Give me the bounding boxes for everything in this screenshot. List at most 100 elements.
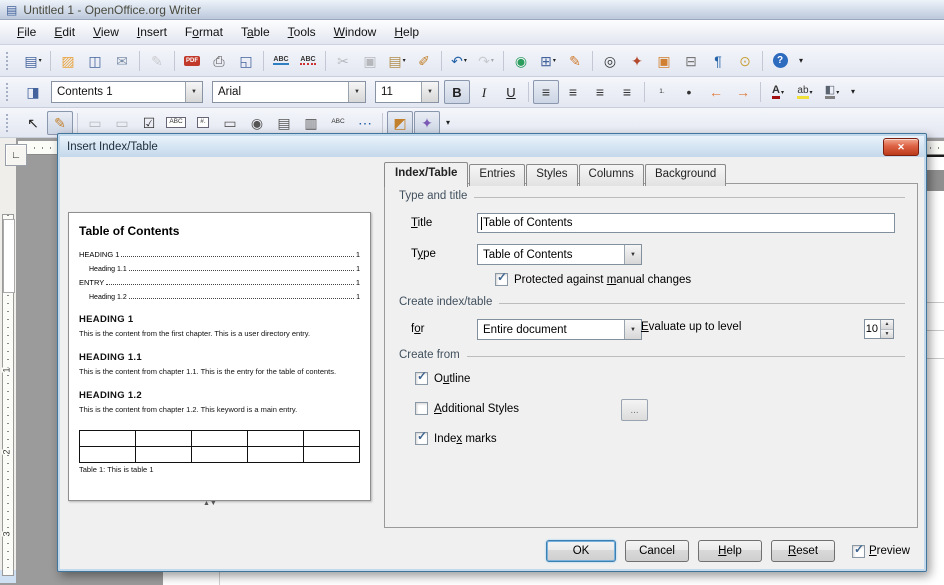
spinner-up-icon[interactable]: ▲ bbox=[881, 320, 893, 330]
tab-index-table[interactable]: Index/Table bbox=[384, 162, 468, 187]
preview-resize-handle[interactable]: ▲▼ bbox=[203, 500, 217, 507]
title-input[interactable]: Table of Contents bbox=[477, 213, 895, 233]
hyperlink-icon[interactable]: ◉ bbox=[508, 49, 534, 73]
combo-dropdown-button[interactable] bbox=[624, 245, 641, 264]
menu-format[interactable]: Format bbox=[176, 22, 232, 42]
align-right-icon[interactable]: ≡ bbox=[587, 80, 613, 104]
styles-formatting-icon[interactable]: ◨ bbox=[20, 80, 46, 104]
additional-styles-checkbox[interactable] bbox=[415, 402, 428, 415]
zoom-icon[interactable]: ⊙ bbox=[732, 49, 758, 73]
reset-button[interactable]: Reset bbox=[771, 540, 835, 562]
print-icon[interactable]: ⎙ bbox=[206, 49, 232, 73]
option-button-icon[interactable]: ◉ bbox=[244, 111, 270, 135]
evaluate-level-spinner[interactable]: 10 ▲ ▼ bbox=[864, 319, 894, 339]
dropdown-caret-icon[interactable]: ▾ bbox=[810, 89, 813, 96]
page-preview-icon[interactable]: ◱ bbox=[233, 49, 259, 73]
cancel-button[interactable]: Cancel bbox=[625, 540, 689, 562]
help-icon[interactable]: ? bbox=[767, 49, 793, 73]
data-sources-icon[interactable]: ⊟ bbox=[678, 49, 704, 73]
formatted-field-icon[interactable]: #. bbox=[190, 111, 216, 135]
menu-help[interactable]: Help bbox=[385, 22, 428, 42]
list-box-icon[interactable]: ▤ bbox=[271, 111, 297, 135]
toolbar-options-icon[interactable]: ▾ bbox=[794, 49, 808, 73]
tab-entries[interactable]: Entries bbox=[469, 164, 525, 186]
numbering-icon[interactable]: 1. bbox=[649, 80, 675, 104]
menu-file[interactable]: File bbox=[8, 22, 45, 42]
bold-icon[interactable]: B bbox=[444, 80, 470, 104]
toolbar-grip[interactable] bbox=[6, 83, 13, 101]
design-mode-icon[interactable]: ✎ bbox=[47, 111, 73, 135]
protected-checkbox[interactable] bbox=[495, 273, 508, 286]
index-marks-checkbox[interactable] bbox=[415, 432, 428, 445]
preview-checkbox[interactable] bbox=[852, 545, 865, 558]
check-box-icon[interactable]: ☑ bbox=[136, 111, 162, 135]
dropdown-caret-icon[interactable]: ▾ bbox=[39, 57, 42, 64]
dialog-close-icon[interactable]: ✕ bbox=[883, 138, 919, 156]
toolbar-options-icon[interactable]: ▾ bbox=[441, 111, 455, 135]
tab-background[interactable]: Background bbox=[645, 164, 726, 186]
justified-icon[interactable]: ≡ bbox=[614, 80, 640, 104]
label-field-icon[interactable]: ABC bbox=[325, 111, 351, 135]
combo-dropdown-button[interactable] bbox=[348, 82, 365, 102]
paste-icon[interactable]: ▤▾ bbox=[384, 49, 410, 73]
dropdown-caret-icon[interactable]: ▾ bbox=[491, 57, 494, 64]
ok-button[interactable]: OK bbox=[546, 540, 616, 562]
auto-spellcheck-icon[interactable]: ABC bbox=[295, 49, 321, 73]
align-left-icon[interactable]: ≡ bbox=[533, 80, 559, 104]
menu-view[interactable]: View bbox=[84, 22, 128, 42]
menu-table[interactable]: Table bbox=[232, 22, 279, 42]
highlighting-icon[interactable]: ab▾ bbox=[792, 80, 818, 104]
push-button-icon[interactable]: ▭ bbox=[217, 111, 243, 135]
menu-window[interactable]: Window bbox=[325, 22, 386, 42]
dropdown-caret-icon[interactable]: ▾ bbox=[553, 57, 556, 64]
tab-styles[interactable]: Styles bbox=[526, 164, 577, 186]
paragraph-style-combo[interactable]: Contents 1 bbox=[51, 81, 203, 103]
increase-indent-icon[interactable]: → bbox=[730, 80, 756, 104]
toolbar-grip[interactable] bbox=[6, 52, 13, 70]
vertical-ruler[interactable]: 123 bbox=[2, 214, 14, 576]
navigator-icon[interactable]: ✦ bbox=[624, 49, 650, 73]
help-button[interactable]: Help bbox=[698, 540, 762, 562]
combo-dropdown-button[interactable] bbox=[185, 82, 202, 102]
for-select[interactable]: Entire document bbox=[477, 319, 642, 340]
combo-dropdown-button[interactable] bbox=[624, 320, 641, 339]
decrease-indent-icon[interactable]: ← bbox=[703, 80, 729, 104]
find-replace-icon[interactable]: ◎ bbox=[597, 49, 623, 73]
format-paintbrush-icon[interactable]: ✐ bbox=[411, 49, 437, 73]
menu-edit[interactable]: Edit bbox=[45, 22, 84, 42]
font-color-icon[interactable]: A▾ bbox=[765, 80, 791, 104]
font-size-combo[interactable]: 11 bbox=[375, 81, 439, 103]
menu-insert[interactable]: Insert bbox=[128, 22, 176, 42]
new-document-icon[interactable]: ▤▾ bbox=[20, 49, 46, 73]
more-controls-icon[interactable]: ⋯ bbox=[352, 111, 378, 135]
undo-icon[interactable]: ↶▾ bbox=[446, 49, 472, 73]
tab-columns[interactable]: Columns bbox=[579, 164, 644, 186]
form-design-icon[interactable]: ◩ bbox=[387, 111, 413, 135]
additional-styles-browse-button[interactable]: ... bbox=[621, 399, 648, 421]
gallery-icon[interactable]: ▣ bbox=[651, 49, 677, 73]
align-center-icon[interactable]: ≡ bbox=[560, 80, 586, 104]
menu-tools[interactable]: Tools bbox=[279, 22, 325, 42]
spinner-down-icon[interactable]: ▼ bbox=[881, 330, 893, 339]
combo-box-icon[interactable]: ▥ bbox=[298, 111, 324, 135]
nonprinting-characters-icon[interactable]: ¶ bbox=[705, 49, 731, 73]
underline-icon[interactable]: U bbox=[498, 80, 524, 104]
text-box-icon[interactable]: ABC bbox=[163, 111, 189, 135]
background-color-icon[interactable]: ◧▾ bbox=[819, 80, 845, 104]
save-icon[interactable]: ◫ bbox=[82, 49, 108, 73]
toolbar-grip[interactable] bbox=[6, 114, 13, 132]
toolbar-options-icon[interactable]: ▾ bbox=[846, 80, 860, 104]
dropdown-caret-icon[interactable]: ▾ bbox=[403, 57, 406, 64]
email-document-icon[interactable]: ✉ bbox=[109, 49, 135, 73]
draw-functions-icon[interactable]: ✎ bbox=[562, 49, 588, 73]
spellcheck-icon[interactable]: ABC bbox=[268, 49, 294, 73]
type-select[interactable]: Table of Contents bbox=[477, 244, 642, 265]
dropdown-caret-icon[interactable]: ▾ bbox=[781, 89, 784, 96]
font-name-combo[interactable]: Arial bbox=[212, 81, 366, 103]
wizards-icon[interactable]: ✦ bbox=[414, 111, 440, 135]
export-pdf-icon[interactable]: PDF bbox=[179, 49, 205, 73]
dropdown-caret-icon[interactable]: ▾ bbox=[464, 57, 467, 64]
combo-dropdown-button[interactable] bbox=[421, 82, 438, 102]
open-icon[interactable]: ▨ bbox=[55, 49, 81, 73]
tab-stop-selector-button[interactable]: ∟ bbox=[5, 144, 27, 166]
